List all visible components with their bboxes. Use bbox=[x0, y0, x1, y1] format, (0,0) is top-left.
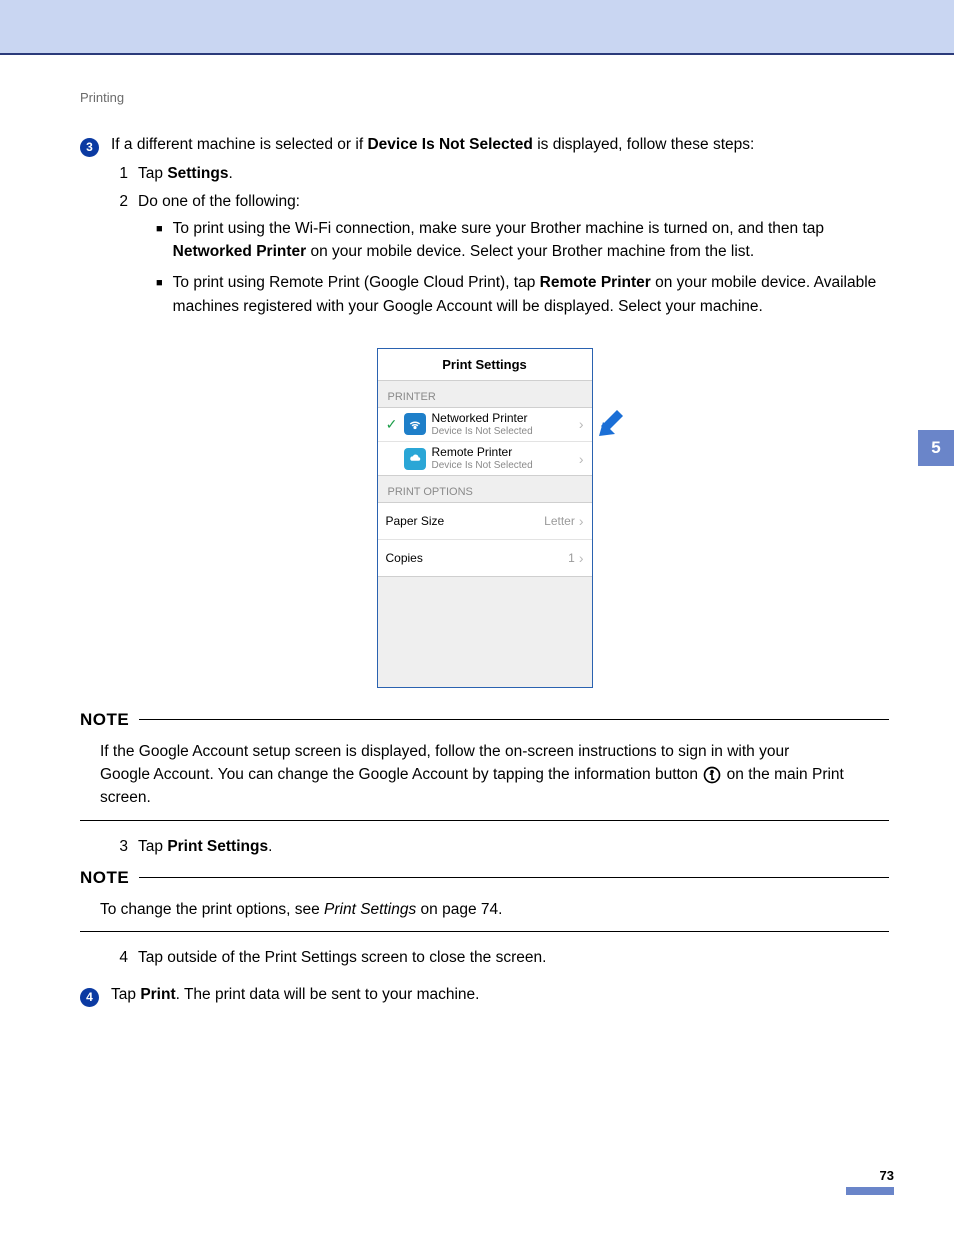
note-rule bbox=[80, 820, 889, 821]
printer-section-label: PRINTER bbox=[378, 381, 592, 407]
phone-title: Print Settings bbox=[378, 349, 592, 381]
text: . The print data will be sent to your ma… bbox=[176, 986, 480, 1003]
text: on page 74. bbox=[416, 901, 502, 918]
step-3-text: If a different machine is selected or if… bbox=[111, 133, 754, 156]
bullet-wifi: ■ To print using the Wi-Fi connection, m… bbox=[138, 217, 889, 264]
text-bold: Networked Printer bbox=[173, 243, 307, 260]
chevron-right-icon: › bbox=[579, 513, 584, 529]
printer-row-title: Networked Printer bbox=[432, 412, 573, 426]
text-bold: Settings bbox=[167, 165, 228, 182]
step-bullet-3: 3 bbox=[80, 138, 99, 157]
note-heading: NOTE bbox=[80, 710, 129, 730]
square-bullet-icon: ■ bbox=[156, 275, 163, 322]
text: on your mobile device. Select your Broth… bbox=[306, 243, 754, 260]
text: Tap bbox=[111, 986, 140, 1003]
top-banner bbox=[0, 0, 954, 55]
substep-number: 4 bbox=[114, 946, 128, 969]
chapter-tab: 5 bbox=[918, 430, 954, 466]
text-bold: Remote Printer bbox=[540, 274, 651, 291]
wifi-icon bbox=[404, 413, 426, 435]
copies-row[interactable]: Copies 1 › bbox=[378, 539, 592, 576]
text: If the Google Account setup screen is di… bbox=[100, 743, 789, 760]
text: is displayed, follow these steps: bbox=[533, 136, 754, 153]
print-options-label: PRINT OPTIONS bbox=[378, 476, 592, 502]
text: . bbox=[228, 165, 232, 182]
text-bold: Print Settings bbox=[167, 838, 268, 855]
checkmark-icon: ✓ bbox=[386, 416, 398, 433]
page-content: Printing 3 If a different machine is sel… bbox=[0, 55, 954, 1235]
text: To print using the Wi-Fi connection, mak… bbox=[173, 220, 824, 237]
page-number: 73 bbox=[880, 1168, 894, 1183]
arrow-callout-icon bbox=[599, 396, 641, 443]
option-label: Copies bbox=[386, 551, 423, 565]
option-value: Letter bbox=[544, 514, 575, 528]
substep-3: 3 Tap Print Settings. bbox=[114, 835, 889, 858]
substep-4: 4 Tap outside of the Print Settings scre… bbox=[114, 946, 889, 969]
substep-number: 2 bbox=[114, 190, 128, 326]
note-heading: NOTE bbox=[80, 868, 129, 888]
substep-2: 2 Do one of the following: ■ To print us… bbox=[114, 190, 889, 326]
chevron-right-icon: › bbox=[579, 451, 584, 467]
step-4-row: 4 Tap Print. The print data will be sent… bbox=[80, 983, 889, 1006]
step-3-row: 3 If a different machine is selected or … bbox=[80, 133, 889, 156]
paper-size-row[interactable]: Paper Size Letter › bbox=[378, 503, 592, 539]
substep-number: 3 bbox=[114, 835, 128, 858]
note-rule bbox=[80, 931, 889, 932]
remote-printer-row[interactable]: Remote Printer Device Is Not Selected › bbox=[378, 441, 592, 475]
option-label: Paper Size bbox=[386, 514, 445, 528]
note-2: NOTE To change the print options, see Pr… bbox=[80, 868, 889, 932]
phone-mockup: Print Settings PRINTER ✓ Networked Print… bbox=[377, 348, 593, 688]
text: Tap outside of the Print Settings screen… bbox=[138, 946, 889, 969]
substep-number: 1 bbox=[114, 162, 128, 185]
breadcrumb: Printing bbox=[80, 90, 889, 105]
text: Google Account. You can change the Googl… bbox=[100, 766, 702, 783]
print-settings-figure: Print Settings PRINTER ✓ Networked Print… bbox=[80, 348, 889, 688]
chevron-right-icon: › bbox=[579, 416, 584, 432]
note-2-body: To change the print options, see Print S… bbox=[100, 898, 889, 921]
text: Tap bbox=[138, 838, 167, 855]
printer-row-subtitle: Device Is Not Selected bbox=[432, 426, 573, 438]
printer-row-title: Remote Printer bbox=[432, 446, 573, 460]
text: Tap bbox=[138, 165, 167, 182]
text: . bbox=[268, 838, 272, 855]
text: If a different machine is selected or if bbox=[111, 136, 367, 153]
text-bold: Device Is Not Selected bbox=[367, 136, 532, 153]
networked-printer-row[interactable]: ✓ Networked Printer Device Is Not Select… bbox=[378, 408, 592, 441]
info-icon bbox=[702, 765, 722, 785]
chevron-right-icon: › bbox=[579, 550, 584, 566]
note-1: NOTE If the Google Account setup screen … bbox=[80, 710, 889, 821]
text: To change the print options, see bbox=[100, 901, 324, 918]
text-bold: Print bbox=[140, 986, 175, 1003]
page-bar bbox=[846, 1187, 894, 1195]
option-value: 1 bbox=[568, 551, 575, 565]
cloud-icon bbox=[404, 448, 426, 470]
note-1-body: If the Google Account setup screen is di… bbox=[100, 740, 889, 810]
page-number-block: 73 bbox=[846, 1168, 894, 1195]
note-rule bbox=[139, 719, 889, 720]
bullet-remote: ■ To print using Remote Print (Google Cl… bbox=[138, 271, 889, 318]
text: To print using Remote Print (Google Clou… bbox=[173, 274, 540, 291]
step-bullet-4: 4 bbox=[80, 988, 99, 1007]
note-rule bbox=[139, 877, 889, 878]
text: Do one of the following: bbox=[138, 193, 300, 210]
printer-row-subtitle: Device Is Not Selected bbox=[432, 460, 573, 472]
square-bullet-icon: ■ bbox=[156, 221, 163, 268]
substep-1: 1 Tap Settings. bbox=[114, 162, 889, 185]
text-italic: Print Settings bbox=[324, 901, 416, 918]
